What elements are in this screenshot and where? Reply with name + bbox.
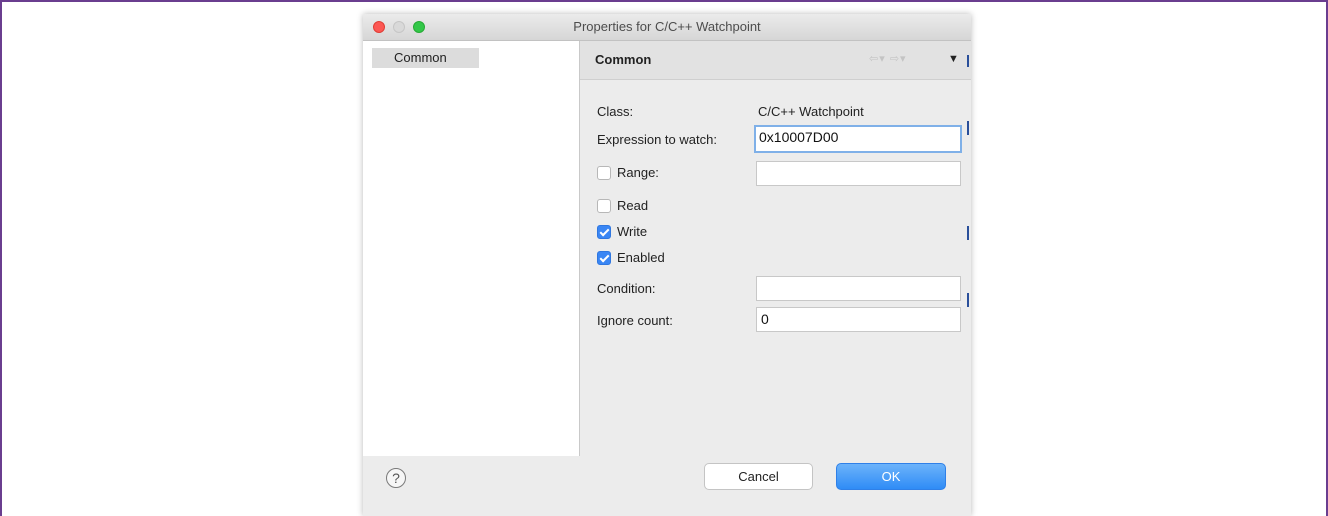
view-menu-icon[interactable]: ▼ <box>948 53 959 65</box>
read-label: Read <box>617 198 649 213</box>
condition-input[interactable] <box>756 276 961 301</box>
sidebar: Common <box>363 41 580 456</box>
write-label: Write <box>617 224 648 239</box>
write-checkbox[interactable] <box>597 225 611 239</box>
help-button[interactable]: ? <box>386 468 406 488</box>
ignore-count-label: Ignore count: <box>597 313 673 328</box>
enabled-checkbox[interactable] <box>597 251 611 265</box>
expression-input[interactable]: 0x10007D00 <box>754 125 962 153</box>
page-title: Common <box>595 52 652 67</box>
title-bar: Properties for C/C++ Watchpoint <box>363 14 971 41</box>
enabled-label: Enabled <box>617 250 665 265</box>
forward-arrow-icon[interactable]: ⇨▾ <box>890 53 907 65</box>
condition-label: Condition: <box>597 281 656 296</box>
expression-label: Expression to watch: <box>597 132 717 147</box>
properties-page: Common ⇦▾ ⇨▾ ▼ Class: C/C++ Watchpoint E… <box>580 41 971 456</box>
range-label: Range: <box>617 165 659 180</box>
edge-mark <box>967 293 969 307</box>
cancel-button[interactable]: Cancel <box>704 463 813 490</box>
edge-mark <box>967 55 969 67</box>
edge-mark <box>967 121 969 135</box>
back-arrow-icon[interactable]: ⇦▾ <box>869 53 886 65</box>
sidebar-item-common[interactable]: Common <box>372 48 479 68</box>
page-header: Common ⇦▾ ⇨▾ ▼ <box>580 41 971 80</box>
history-nav: ⇦▾ ⇨▾ <box>869 52 907 65</box>
ignore-count-input[interactable]: 0 <box>756 307 961 332</box>
class-value: C/C++ Watchpoint <box>758 104 864 119</box>
range-checkbox[interactable] <box>597 166 611 180</box>
range-input[interactable] <box>756 161 961 186</box>
properties-dialog: Properties for C/C++ Watchpoint Common C… <box>363 14 971 516</box>
read-checkbox[interactable] <box>597 199 611 213</box>
class-label: Class: <box>597 104 634 119</box>
window-title: Properties for C/C++ Watchpoint <box>573 19 761 34</box>
ok-button[interactable]: OK <box>836 463 946 490</box>
edge-mark <box>967 226 969 240</box>
